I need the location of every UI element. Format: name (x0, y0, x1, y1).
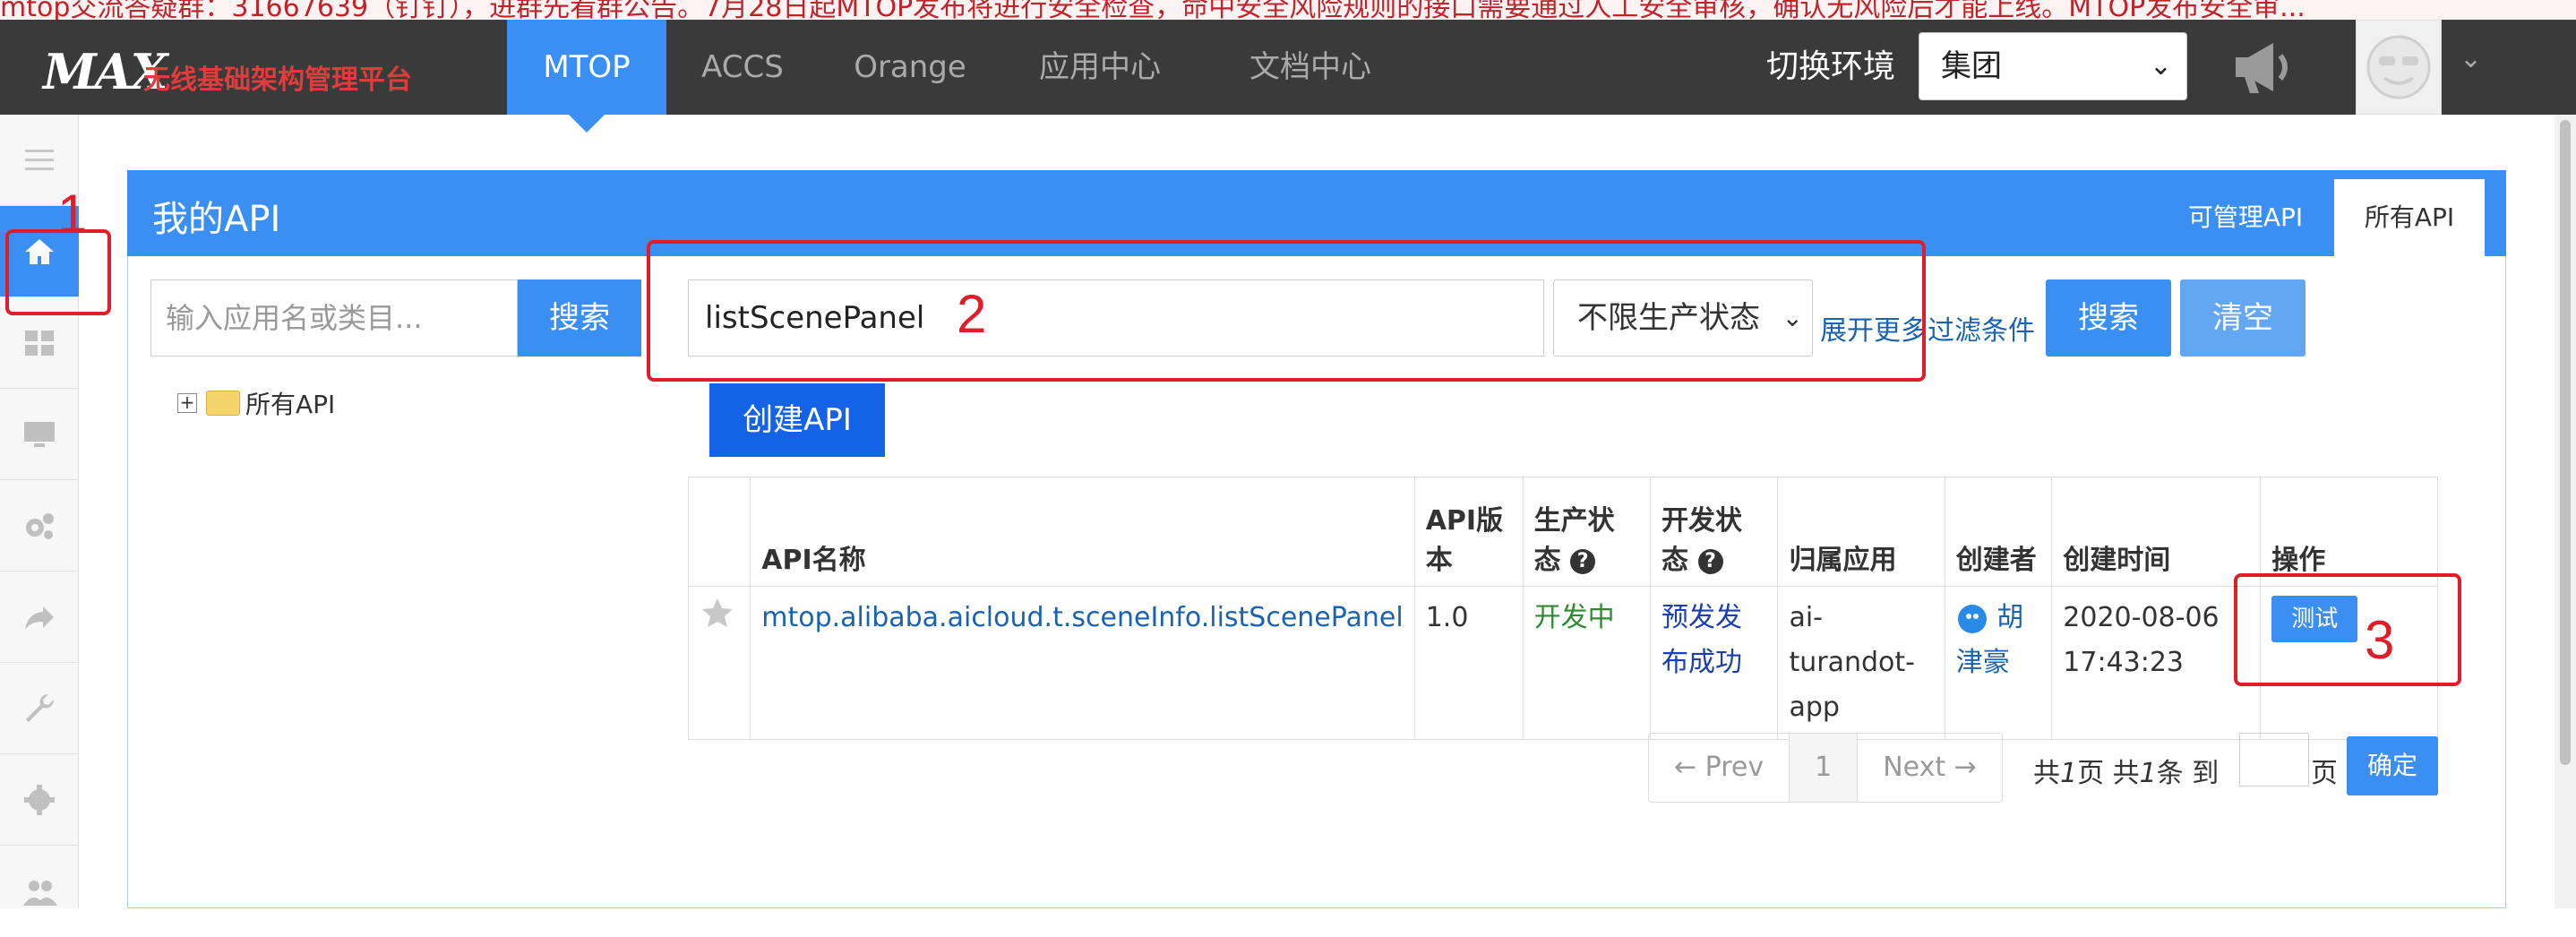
vertical-scrollbar[interactable] (2555, 115, 2576, 908)
created-time: 2020-08-06 17:43:23 (2051, 586, 2262, 740)
star-icon[interactable] (700, 596, 735, 632)
annotation-number-1: 1 (57, 184, 88, 244)
env-select[interactable]: 集团 ⌄ (1919, 32, 2187, 100)
table-header-row: API名称 API版本 生产状态 ? 开发状态 ? 归属应用 创建者 创建时间 … (687, 477, 2438, 587)
nav-tab-accs[interactable]: ACCS (666, 20, 819, 115)
col-api-name: API名称 (750, 477, 1415, 587)
col-dev-status: 开发状态 ? (1650, 477, 1779, 587)
nav-tab-app-center[interactable]: 应用中心 (1001, 20, 1198, 115)
monitor-icon[interactable] (0, 389, 79, 480)
pagination-info: 共1页 共1条 到 (2033, 758, 2220, 789)
app-search-input[interactable]: 输入应用名或类目... (150, 279, 518, 357)
annotation-box-2 (647, 240, 1926, 382)
nav-tab-mtop[interactable]: MTOP (507, 20, 666, 133)
pagination: ← Prev 1 Next → (1648, 733, 2003, 803)
star-cell (687, 586, 751, 740)
table-row: mtop.alibaba.aicloud.t.sceneInfo.listSce… (687, 586, 2438, 740)
top-navbar: MAX 无线基础架构管理平台 MTOP ACCS Orange 应用中心 文档中… (0, 20, 2576, 133)
page-title: 我的API (152, 199, 281, 240)
announcement-banner: mtop交流答疑群：31667639（钉钉），进群先看群公告。7月28日起MTO… (0, 0, 2576, 20)
col-prod-status: 生产状态 ? (1522, 477, 1652, 587)
wrench-icon[interactable] (0, 663, 79, 754)
chevron-down-icon[interactable]: ⌄ (2460, 43, 2482, 74)
logo-subtitle: 无线基础架构管理平台 (143, 64, 412, 96)
env-select-value: 集团 (1941, 48, 2002, 84)
next-page-button[interactable]: Next → (1858, 734, 2002, 802)
chevron-down-icon: ⌄ (2149, 50, 2172, 82)
page-1-button[interactable]: 1 (1790, 734, 1859, 802)
tab-manageable-api[interactable]: 可管理API (2166, 179, 2325, 256)
col-action: 操作 (2260, 477, 2438, 587)
page-unit-label: 页 (2311, 758, 2338, 789)
clear-button[interactable]: 清空 (2180, 279, 2306, 357)
share-icon[interactable] (0, 572, 79, 663)
goto-page-input[interactable] (2239, 733, 2309, 787)
gear-icon[interactable] (0, 754, 79, 846)
prev-page-button[interactable]: ← Prev (1649, 734, 1790, 802)
users-icon[interactable] (0, 846, 79, 937)
user-avatar-icon (1957, 604, 1987, 633)
folder-icon (206, 391, 240, 416)
gears-icon[interactable] (0, 480, 79, 572)
col-created: 创建时间 (2051, 477, 2262, 587)
app-search-button[interactable]: 搜索 (518, 279, 641, 357)
dev-status[interactable]: 预发发布成功 (1650, 586, 1779, 740)
app-name: ai-turandot-app (1777, 586, 1945, 740)
search-button[interactable]: 搜索 (2046, 279, 2171, 357)
api-tree-root[interactable]: + 所有API (177, 385, 335, 421)
help-icon[interactable]: ? (1570, 548, 1596, 574)
scrollbar-thumb[interactable] (2560, 120, 2571, 765)
api-table: API名称 API版本 生产状态 ? 开发状态 ? 归属应用 创建者 创建时间 … (687, 477, 2438, 740)
tab-all-api[interactable]: 所有API (2334, 179, 2485, 256)
help-icon[interactable]: ? (1697, 548, 1723, 574)
annotation-number-3: 3 (2365, 610, 2395, 670)
avatar[interactable] (2356, 20, 2442, 115)
api-version: 1.0 (1413, 586, 1524, 740)
nav-tab-doc-center[interactable]: 文档中心 (1198, 20, 1422, 115)
megaphone-icon[interactable] (2232, 38, 2297, 97)
nav-tab-orange[interactable]: Orange (819, 20, 1001, 115)
prod-status: 开发中 (1522, 586, 1652, 740)
tree-root-label: 所有API (245, 390, 336, 419)
expand-icon[interactable]: + (177, 393, 197, 413)
api-name-link[interactable]: mtop.alibaba.aicloud.t.sceneInfo.listSce… (750, 586, 1415, 740)
create-api-button[interactable]: 创建API (709, 383, 885, 457)
col-creator: 创建者 (1944, 477, 2053, 587)
confirm-page-button[interactable]: 确定 (2347, 736, 2438, 795)
env-label: 切换环境 (1766, 48, 1896, 85)
col-app: 归属应用 (1777, 477, 1945, 587)
annotation-number-2: 2 (957, 284, 987, 344)
creator[interactable]: 胡津豪 (1944, 586, 2053, 740)
col-api-version: API版本 (1413, 477, 1524, 587)
annotation-box-3 (2234, 573, 2461, 686)
col-star (687, 477, 751, 587)
